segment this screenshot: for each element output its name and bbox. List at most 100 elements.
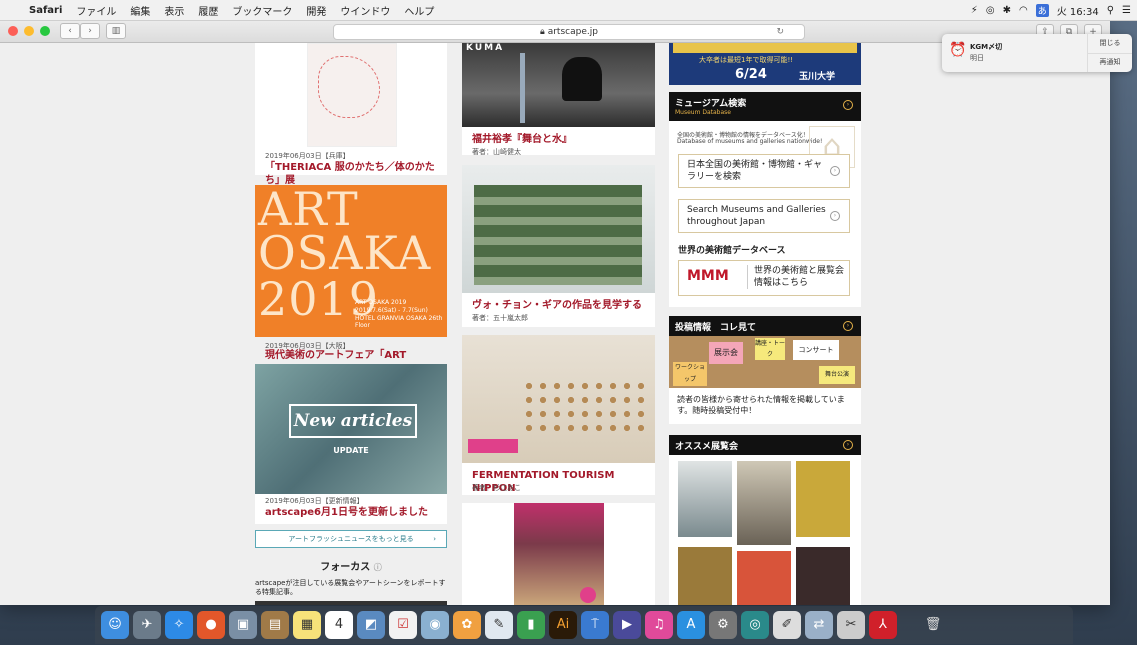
notification-center-icon[interactable]: ☰ bbox=[1122, 5, 1131, 16]
recommended-header[interactable]: オススメ展覧会 › bbox=[669, 435, 861, 455]
menu-app-name[interactable]: Safari bbox=[29, 5, 62, 16]
close-window-button[interactable] bbox=[8, 26, 18, 36]
focus-section-title: フォーカス ⓘ bbox=[255, 558, 447, 573]
back-icon[interactable]: ‹ bbox=[60, 23, 80, 39]
search-japan-button[interactable]: 日本全国の美術館・博物館・ギャラリーを検索 › bbox=[678, 154, 850, 188]
forward-icon[interactable]: › bbox=[80, 23, 100, 39]
screenshot-icon[interactable]: ◎ bbox=[741, 611, 769, 639]
sticker-concert: コンサート bbox=[793, 340, 839, 360]
image-capture-icon[interactable]: ◩ bbox=[357, 611, 385, 639]
sticker-exhibition: 展示会 bbox=[709, 342, 743, 364]
fukui-card[interactable]: KUMA 福井裕孝『舞台と水』 著者：山崎健太 bbox=[462, 43, 655, 156]
exhibition-thumb-2[interactable] bbox=[737, 461, 791, 545]
trash-icon[interactable]: 🗑︎ bbox=[919, 611, 947, 639]
article-title[interactable]: ヴォ・チョン・ギアの作品を見学する bbox=[472, 299, 642, 312]
photos-icon[interactable]: ✿ bbox=[453, 611, 481, 639]
vo-trong-nghia-card[interactable]: ヴォ・チョン・ギアの作品を見学する 著者：五十嵐太郎 bbox=[462, 165, 655, 327]
illustrator-icon[interactable]: Ai bbox=[549, 611, 577, 639]
app-store-icon[interactable]: A bbox=[677, 611, 705, 639]
itunes-icon[interactable]: ♫ bbox=[645, 611, 673, 639]
tamagawa-ad-banner[interactable]: 大卒者は最短1年で取得可能!! 6/24 玉川大学 bbox=[669, 43, 861, 85]
search-english-button[interactable]: Search Museums and Galleries throughout … bbox=[678, 199, 850, 233]
wifi-icon[interactable]: ◠ bbox=[1019, 5, 1028, 16]
art-osaka-image[interactable]: ART OSAKA 2019 ART OSAKA 2019 2019.7.6(S… bbox=[255, 185, 447, 337]
chevron-circle-icon: › bbox=[830, 166, 840, 176]
article-date: 2019年06月03日【更新情報】 bbox=[265, 497, 364, 505]
web-page: 2019年06月03日【兵庫】 「THERIACA 服のかたち／体のかたち」展 … bbox=[0, 43, 1110, 605]
menu-window[interactable]: ウインドウ bbox=[340, 3, 390, 18]
contacts-icon[interactable]: ▤ bbox=[261, 611, 289, 639]
menu-view[interactable]: 表示 bbox=[164, 3, 184, 18]
lamp-pole bbox=[520, 53, 525, 123]
notes-icon[interactable]: ▦ bbox=[293, 611, 321, 639]
bluetooth-icon[interactable]: ✱ bbox=[1003, 5, 1011, 16]
reload-icon[interactable]: ↻ bbox=[776, 25, 784, 39]
acrobat-icon[interactable]: ⅄ bbox=[869, 611, 897, 639]
sidebar-icon[interactable]: ▥ bbox=[106, 23, 126, 39]
article-title[interactable]: 福井裕孝『舞台と水』 bbox=[472, 133, 572, 146]
minimize-window-button[interactable] bbox=[24, 26, 34, 36]
art-osaka-line1: ART bbox=[258, 185, 359, 236]
notification-close-button[interactable]: 閉じる bbox=[1087, 34, 1132, 54]
ad-yellow-strip bbox=[673, 43, 857, 53]
reminder-notification[interactable]: ⏰ KGM〆切 明日 閉じる 再通知 bbox=[942, 34, 1132, 72]
menu-file[interactable]: ファイル bbox=[76, 3, 116, 18]
menu-help[interactable]: ヘルプ bbox=[404, 3, 434, 18]
notification-snooze-button[interactable]: 再通知 bbox=[1087, 53, 1132, 72]
utility-icon[interactable]: ✂ bbox=[837, 611, 865, 639]
menu-bookmarks[interactable]: ブックマーク bbox=[232, 3, 292, 18]
reminders-icon[interactable]: ☑ bbox=[389, 611, 417, 639]
article-title[interactable]: artscape6月1日号を更新しました bbox=[265, 506, 428, 519]
input-method-icon[interactable]: あ bbox=[1035, 3, 1049, 17]
finder-icon[interactable]: ☺ bbox=[101, 611, 129, 639]
menu-history[interactable]: 履歴 bbox=[198, 3, 218, 18]
ad-date: 6/24 bbox=[735, 67, 767, 82]
calendar-icon[interactable]: 4 bbox=[325, 611, 353, 639]
new-articles-card[interactable]: 2019年06月03日【更新情報】 artscape6月1日号を更新しました bbox=[255, 494, 447, 524]
fermentation-card[interactable]: FERMENTATION TOURISM NIPPON 著者：杉江あこ bbox=[462, 335, 655, 495]
poster-card[interactable] bbox=[462, 503, 655, 605]
address-bar[interactable]: 🔒︎ artscape.jp ↻ bbox=[333, 24, 805, 40]
sticker-workshop: ワークショップ bbox=[673, 362, 707, 386]
menu-edit[interactable]: 編集 bbox=[130, 3, 150, 18]
preview-icon[interactable]: ▣ bbox=[229, 611, 257, 639]
mmm-button[interactable]: MMM 世界の美術館と展覧会情報はこちら bbox=[678, 260, 850, 296]
lock-icon: 🔒︎ bbox=[540, 27, 548, 37]
green-building-photo bbox=[462, 165, 655, 293]
script-editor-icon[interactable]: ✐ bbox=[773, 611, 801, 639]
article-title[interactable]: 「THERIACA 服のかたち／体のかたち」展 bbox=[265, 161, 443, 187]
post-info-header[interactable]: 投稿情報 コレ見て › bbox=[669, 316, 861, 336]
system-preferences-icon[interactable]: ⚙ bbox=[709, 611, 737, 639]
firefox-icon[interactable]: ● bbox=[197, 611, 225, 639]
sticker-talk: 講座・トーク bbox=[755, 338, 786, 360]
article-author: 著者：五十嵐太郎 bbox=[472, 314, 528, 322]
spotlight-icon[interactable]: ⚲ bbox=[1107, 5, 1114, 16]
numbers-icon[interactable]: ▮ bbox=[517, 611, 545, 639]
migration-icon[interactable]: ⇄ bbox=[805, 611, 833, 639]
photo-booth-icon[interactable]: ◉ bbox=[421, 611, 449, 639]
exhibition-thumb-3[interactable] bbox=[796, 461, 850, 537]
exhibition-thumb-1[interactable] bbox=[678, 461, 732, 537]
safari-icon[interactable]: ✧ bbox=[165, 611, 193, 639]
timemachine-icon[interactable]: ◎ bbox=[986, 5, 995, 16]
keynote-icon[interactable]: ⍑ bbox=[581, 611, 609, 639]
menu-develop[interactable]: 開発 bbox=[306, 3, 326, 18]
app-status-icon[interactable]: ⚡ bbox=[971, 5, 978, 16]
cork-board-image[interactable]: 展示会 講座・トーク コンサート ワークショップ 舞台公演 bbox=[669, 336, 861, 388]
pink-circle-button[interactable] bbox=[580, 587, 596, 603]
textedit-icon[interactable]: ✎ bbox=[485, 611, 513, 639]
poster-decoration bbox=[318, 56, 380, 118]
zoom-window-button[interactable] bbox=[40, 26, 50, 36]
museum-search-header[interactable]: ミュージアム検索 Museum Database › bbox=[669, 92, 861, 121]
exhibition-thumb-5[interactable] bbox=[737, 551, 791, 605]
more-news-button[interactable]: アートフラッシュニュースをもっと見る › bbox=[255, 530, 447, 548]
dock: ☺ ✈ ✧ ● ▣ ▤ ▦ 4 ◩ ☑ ◉ ✿ ✎ ▮ Ai ⍑ ▶ ♫ A ⚙… bbox=[95, 606, 1073, 644]
menubar-clock[interactable]: 火 16:34 bbox=[1057, 3, 1099, 18]
theriaca-card[interactable]: 2019年06月03日【兵庫】 「THERIACA 服のかたち／体のかたち」展 bbox=[255, 43, 447, 186]
exhibition-thumb-4[interactable] bbox=[678, 547, 732, 605]
exhibition-thumb-6[interactable] bbox=[796, 547, 850, 605]
new-articles-image[interactable]: New articles UPDATE bbox=[255, 364, 447, 494]
launchpad-icon[interactable]: ✈ bbox=[133, 611, 161, 639]
final-cut-icon[interactable]: ▶ bbox=[613, 611, 641, 639]
info-circle-icon[interactable]: ⓘ bbox=[374, 563, 382, 572]
